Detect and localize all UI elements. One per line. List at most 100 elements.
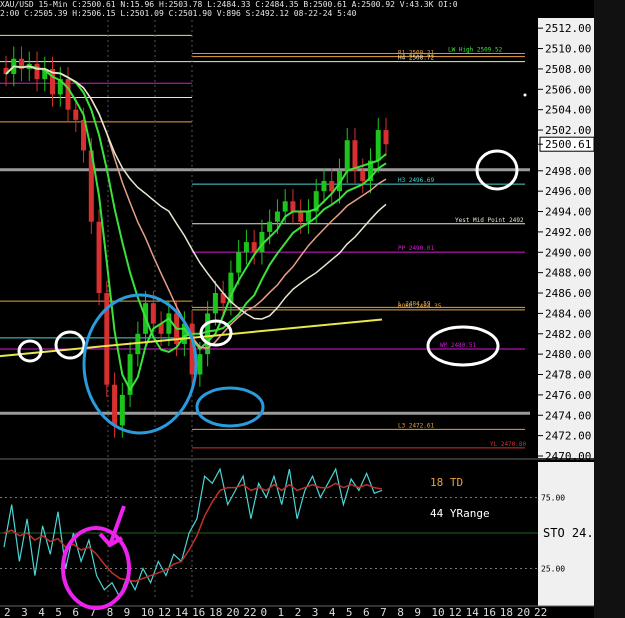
x-tick-label: 6 bbox=[363, 606, 370, 618]
y-tick-label: 2478.00 bbox=[545, 369, 591, 382]
candle-body bbox=[212, 293, 218, 314]
y-tick-label: 2488.00 bbox=[545, 267, 591, 280]
x-tick-label: 12 bbox=[449, 606, 462, 618]
x-tick-label: 4 bbox=[329, 606, 336, 618]
y-tick-label: 2504.00 bbox=[545, 104, 591, 117]
y-tick-label: 2476.00 bbox=[545, 389, 591, 402]
stoch-tick-label: 25.00 bbox=[541, 565, 565, 574]
y-tick-label: 2506.00 bbox=[545, 83, 591, 96]
x-tick-label: 16 bbox=[192, 606, 205, 618]
x-tick-label: 5 bbox=[346, 606, 353, 618]
stoch-label: STO 24. bbox=[543, 526, 594, 540]
candle-body bbox=[243, 242, 249, 253]
candle-body bbox=[119, 394, 125, 426]
candle-body bbox=[65, 79, 71, 110]
x-tick-label: 12 bbox=[158, 606, 171, 618]
x-tick-label: 5 bbox=[55, 606, 62, 618]
x-tick-label: 7 bbox=[380, 606, 387, 618]
level-label: L3 2472.61 bbox=[398, 422, 435, 429]
x-tick-label: 6 bbox=[72, 606, 79, 618]
level-label: YL 2470.80 bbox=[490, 441, 527, 448]
marker-dot bbox=[523, 93, 527, 97]
candle-body bbox=[344, 140, 350, 171]
candle-body bbox=[305, 211, 311, 222]
y-tick-label: 2472.00 bbox=[545, 430, 591, 443]
y-tick-label: 2500.61 bbox=[545, 138, 591, 151]
x-tick-label: 18 bbox=[500, 606, 513, 618]
y-tick-label: 2494.00 bbox=[545, 206, 591, 219]
moving-average-line bbox=[5, 65, 387, 320]
candle-body bbox=[329, 180, 335, 192]
moving-average-line bbox=[5, 65, 387, 353]
y-tick-label: 2484.00 bbox=[545, 307, 591, 320]
candle-body bbox=[290, 201, 296, 212]
candle-body bbox=[197, 354, 203, 375]
y-tick-label: 2486.00 bbox=[545, 287, 591, 300]
annotation-circle-blue bbox=[195, 386, 265, 428]
y-tick-label: 2508.00 bbox=[545, 63, 591, 76]
candle-body bbox=[375, 130, 381, 161]
candle-body bbox=[352, 140, 358, 171]
x-tick-label: 0 bbox=[260, 606, 267, 618]
candle-body bbox=[274, 211, 280, 222]
candle-body bbox=[96, 221, 102, 294]
x-tick-label: 22 bbox=[534, 606, 547, 618]
candle-body bbox=[251, 242, 257, 253]
x-tick-label: 8 bbox=[397, 606, 404, 618]
candle-body bbox=[34, 63, 40, 80]
x-tick-label: 18 bbox=[209, 606, 222, 618]
level-label: L 2484.59 bbox=[398, 300, 431, 307]
level-label: H3 2496.69 bbox=[398, 177, 435, 184]
candle-body bbox=[236, 252, 242, 273]
y-tick-label: 2470.00 bbox=[545, 450, 591, 463]
stoch-annotation-yrange: 44 YRange bbox=[430, 507, 490, 520]
level-label: Yest Mid Point 2492 bbox=[455, 217, 524, 224]
y-tick-label: 2510.00 bbox=[545, 43, 591, 56]
candle-body bbox=[321, 180, 327, 192]
candle-body bbox=[73, 109, 79, 120]
y-tick-label: 2480.00 bbox=[545, 348, 591, 361]
y-tick-label: 2482.00 bbox=[545, 328, 591, 341]
x-tick-label: 20 bbox=[226, 606, 239, 618]
candle-body bbox=[298, 211, 304, 222]
chart-window: XAU/USD 15-Min C:2500.61 N:15.96 H:2503.… bbox=[0, 0, 625, 618]
x-tick-label: 20 bbox=[517, 606, 530, 618]
x-tick-label: 16 bbox=[483, 606, 496, 618]
x-tick-label: 1 bbox=[278, 606, 285, 618]
x-tick-label: 10 bbox=[431, 606, 444, 618]
candle-body bbox=[282, 201, 288, 212]
level-label: H4 2508.72 bbox=[398, 55, 435, 62]
y-tick-label: 2496.00 bbox=[545, 185, 591, 198]
y-tick-label: 2498.00 bbox=[545, 165, 591, 178]
candle-body bbox=[150, 303, 156, 324]
price-chart: LW High 2509.52R1 2509.21H4 2508.72H3 24… bbox=[0, 0, 625, 618]
x-tick-label: 8 bbox=[107, 606, 114, 618]
annotation-arrow-magenta bbox=[98, 505, 126, 548]
y-tick-label: 2512.00 bbox=[545, 22, 591, 35]
x-tick-label: 2 bbox=[295, 606, 302, 618]
candle-body bbox=[166, 313, 172, 334]
x-tick-label: 9 bbox=[414, 606, 421, 618]
annotation-circle-white bbox=[17, 339, 43, 363]
level-label: PP 2490.01 bbox=[398, 245, 435, 252]
x-tick-label: 9 bbox=[124, 606, 131, 618]
right-gutter bbox=[594, 0, 625, 618]
candle-body bbox=[112, 384, 118, 426]
x-tick-label: 10 bbox=[141, 606, 154, 618]
x-tick-label: 4 bbox=[38, 606, 45, 618]
candle-body bbox=[267, 221, 273, 232]
stoch-tick-label: 75.00 bbox=[541, 494, 565, 503]
x-tick-label: 14 bbox=[175, 606, 189, 618]
y-tick-label: 2490.00 bbox=[545, 246, 591, 259]
x-tick-label: 3 bbox=[312, 606, 319, 618]
level-label: WP 2480.51 bbox=[440, 342, 477, 349]
stoch-annotation-td: 18 TD bbox=[430, 476, 463, 489]
x-tick-label: 22 bbox=[243, 606, 256, 618]
x-tick-label: 3 bbox=[21, 606, 28, 618]
x-tick-label: 2 bbox=[4, 606, 11, 618]
y-tick-label: 2492.00 bbox=[545, 226, 591, 239]
y-tick-label: 2502.00 bbox=[545, 124, 591, 137]
level-label: LW High 2509.52 bbox=[448, 46, 503, 53]
x-tick-label: 14 bbox=[466, 606, 480, 618]
candle-body bbox=[383, 130, 389, 145]
